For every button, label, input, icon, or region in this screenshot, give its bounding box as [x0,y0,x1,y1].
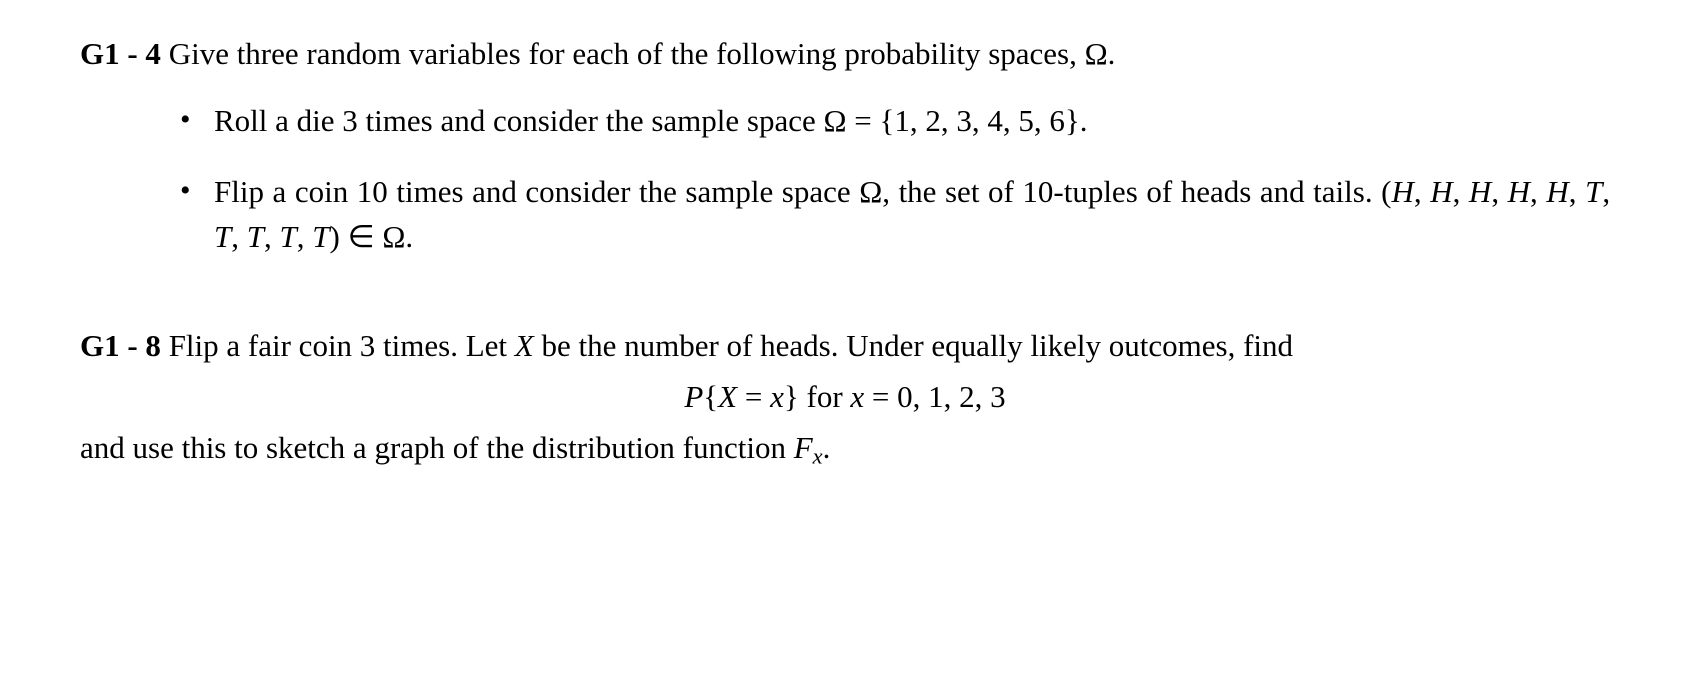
bullet-item-1: Roll a die 3 times and consider the samp… [180,99,1610,144]
problem-g1-4-statement: G1 - 4 Give three random variables for e… [80,32,1610,77]
math-sample-space-die: Ω = {1, 2, 3, 4, 5, 6}. [824,103,1088,138]
text: and use this to sketch a graph of the di… [80,430,794,465]
text: , the set of 10-tuples of heads and tail… [882,174,1381,209]
math-P-expr: P{X = x} [684,379,798,414]
text: Roll a die 3 times and consider the samp… [214,103,824,138]
variable-X: X [515,328,534,363]
text: be the number of heads. Under equally li… [534,328,1293,363]
omega-symbol: Ω. [1085,36,1116,71]
problem-g1-8: G1 - 8 Flip a fair coin 3 times. Let X b… [80,324,1610,473]
math-x-values: x = 0, 1, 2, 3 [850,379,1005,414]
bullet-list-g1-4: Roll a die 3 times and consider the samp… [80,99,1610,260]
equation-pmf: P{X = x} for x = 0, 1, 2, 3 [80,375,1610,420]
text: Give three random variables for each of … [161,36,1085,71]
text: Flip a fair coin 3 times. Let [161,328,515,363]
problem-g1-8-statement-line2: and use this to sketch a graph of the di… [80,426,1610,473]
problem-label-g1-8: G1 - 8 [80,328,161,363]
text: Flip a coin 10 times and consider the sa… [214,174,859,209]
bullet-item-2: Flip a coin 10 times and consider the sa… [180,170,1610,260]
problem-label-g1-4: G1 - 4 [80,36,161,71]
subscript-x: x [813,443,823,468]
distribution-function-F: F [794,430,813,465]
text: . [823,430,831,465]
text: for [799,379,851,414]
problem-g1-4: G1 - 4 Give three random variables for e… [80,32,1610,260]
omega-symbol: Ω [859,174,882,209]
problem-g1-8-statement-line1: G1 - 8 Flip a fair coin 3 times. Let X b… [80,324,1610,369]
